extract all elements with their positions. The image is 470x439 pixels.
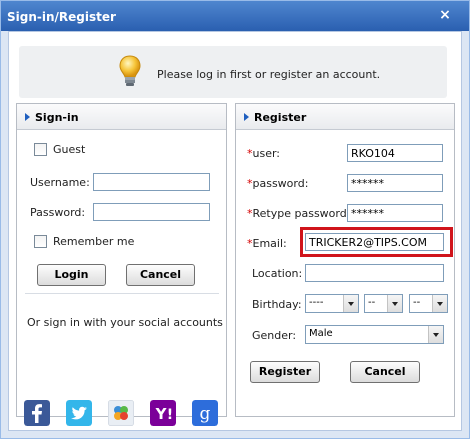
register-header-label: Register: [254, 111, 307, 124]
email-highlight-box: [300, 227, 453, 257]
birthday-day-value: --: [413, 297, 421, 308]
signin-panel: Sign-in Guest Username: Password: Rememb…: [16, 103, 227, 417]
chevron-down-icon[interactable]: [428, 326, 443, 343]
remember-me-checkbox[interactable]: [34, 235, 47, 248]
password-label: Password:: [30, 206, 86, 219]
register-cancel-button[interactable]: Cancel: [350, 361, 420, 383]
username-input[interactable]: [93, 173, 210, 191]
chevron-down-icon[interactable]: [432, 295, 447, 312]
gender-select[interactable]: Male: [305, 325, 444, 344]
chevron-down-icon[interactable]: [387, 295, 402, 312]
facebook-icon[interactable]: [24, 400, 50, 426]
expand-arrow-icon: [244, 113, 249, 121]
birthday-label: Birthday:: [252, 298, 302, 311]
windows-live-icon[interactable]: [108, 400, 134, 426]
remember-me-label: Remember me: [53, 235, 135, 248]
location-label: Location:: [252, 267, 303, 280]
gender-value: Male: [309, 328, 333, 339]
signin-header-label: Sign-in: [35, 111, 79, 124]
user-input[interactable]: RKO104: [347, 144, 443, 162]
retype-password-label: *Retype password:: [247, 207, 350, 220]
register-password-input[interactable]: ******: [347, 174, 443, 192]
username-label: Username:: [30, 176, 90, 189]
dialog-title: Sign-in/Register: [7, 10, 116, 24]
retype-password-input[interactable]: ******: [347, 204, 443, 222]
social-signin-text: Or sign in with your social accounts: [27, 316, 223, 329]
gender-label: Gender:: [252, 329, 297, 342]
dialog-title-bar[interactable]: Sign-in/Register ×: [1, 1, 469, 31]
svg-text:g: g: [200, 404, 211, 424]
svg-text:!: !: [167, 407, 173, 423]
register-password-label-text: password:: [252, 177, 309, 190]
yahoo-icon[interactable]: Y !: [150, 400, 176, 426]
expand-arrow-icon: [25, 113, 30, 121]
signin-register-dialog: Sign-in/Register × Please log in first o…: [0, 0, 470, 439]
user-label-text: user:: [252, 147, 281, 160]
birthday-year-value: ----: [309, 297, 324, 308]
google-icon[interactable]: g: [192, 400, 218, 426]
login-button[interactable]: Login: [37, 264, 106, 286]
register-password-label: *password:: [247, 177, 308, 190]
guest-checkbox[interactable]: [34, 143, 47, 156]
signin-header[interactable]: Sign-in: [17, 104, 226, 130]
register-button[interactable]: Register: [250, 361, 320, 383]
svg-text:Y: Y: [155, 405, 168, 423]
register-header[interactable]: Register: [236, 104, 454, 130]
birthday-year-select[interactable]: ----: [305, 294, 359, 313]
twitter-icon[interactable]: [66, 400, 92, 426]
user-label: *user:: [247, 147, 280, 160]
lightbulb-icon: [119, 55, 141, 86]
close-icon[interactable]: ×: [437, 7, 453, 23]
location-input[interactable]: [305, 264, 444, 282]
email-label-text: Email:: [252, 237, 287, 250]
password-input[interactable]: [93, 203, 210, 221]
divider: [25, 293, 219, 294]
retype-password-label-text: Retype password:: [252, 207, 351, 220]
birthday-month-select[interactable]: --: [364, 294, 403, 313]
guest-label: Guest: [53, 143, 86, 156]
info-banner: Please log in first or register an accou…: [19, 46, 447, 98]
banner-text: Please log in first or register an accou…: [157, 68, 381, 81]
birthday-day-select[interactable]: --: [409, 294, 448, 313]
chevron-down-icon[interactable]: [343, 295, 358, 312]
signin-cancel-button[interactable]: Cancel: [126, 264, 195, 286]
birthday-month-value: --: [368, 297, 376, 308]
dialog-body: Please log in first or register an accou…: [8, 31, 462, 431]
email-label: *Email:: [247, 237, 287, 250]
